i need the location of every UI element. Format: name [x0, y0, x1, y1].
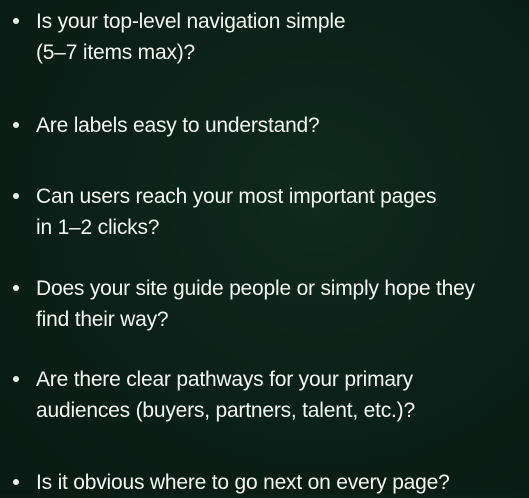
list-item-line: Are there clear pathways for your primar… [36, 368, 413, 391]
list-item-line: Can users reach your most important page… [36, 185, 437, 208]
bullet-icon [13, 18, 19, 24]
list-item-line: Are labels easy to understand? [36, 114, 320, 137]
list-item-line: Is it obvious where to go next on every … [36, 471, 450, 494]
list-item-text: Is it obvious where to go next on every … [36, 467, 529, 498]
list-item-text: Is your top-level navigation simple (5–7… [36, 6, 529, 68]
list-item-text: Can users reach your most important page… [36, 181, 529, 243]
list-item-text: Are there clear pathways for your primar… [36, 364, 529, 426]
bullet-icon [13, 193, 19, 199]
list-item-text: Are labels easy to understand? [36, 110, 529, 141]
bullet-icon [13, 285, 19, 291]
list-item-line: Is your top-level navigation simple [36, 10, 346, 33]
list-item-line: find their way? [36, 308, 169, 331]
bullet-icon [13, 122, 19, 128]
list-item-line: Does your site guide people or simply ho… [36, 277, 475, 300]
list-item-line: audiences (buyers, partners, talent, etc… [36, 399, 415, 422]
list-item-line: in 1–2 clicks? [36, 216, 160, 239]
bullet-icon [13, 479, 19, 485]
navigation-checklist: Is your top-level navigation simple (5–7… [0, 0, 529, 494]
bullet-icon [13, 376, 19, 382]
list-item-line: (5–7 items max)? [36, 41, 196, 64]
list-item-text: Does your site guide people or simply ho… [36, 273, 529, 335]
